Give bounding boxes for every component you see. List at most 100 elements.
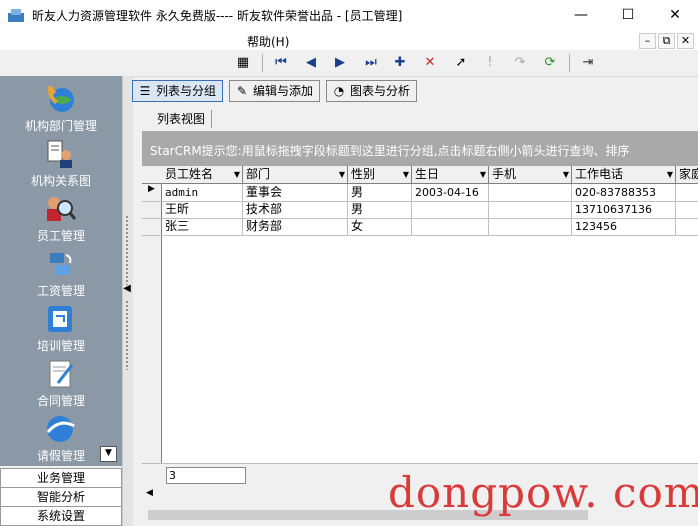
cancel-disabled-icon[interactable]: ↷ [510, 53, 530, 73]
cell-birthday[interactable]: 2003-04-16 [412, 184, 489, 201]
cell-gender[interactable]: 男 [348, 184, 412, 201]
column-header-home[interactable]: 家庭 [676, 166, 698, 183]
first-record-icon[interactable]: ⏮ [271, 53, 291, 73]
cell-work-phone[interactable]: 020-83788353 [572, 184, 676, 201]
sidebar-item-employee[interactable]: 员工管理 [0, 190, 122, 245]
sidebar-item-org-dept[interactable]: 机构部门管理 [0, 80, 122, 135]
exit-icon[interactable]: ⇥ [578, 53, 598, 73]
sidebar-scroll-down-icon[interactable]: ▼ [100, 446, 117, 462]
dropdown-icon[interactable]: ▼ [234, 166, 240, 183]
cell-gender[interactable]: 女 [348, 218, 412, 235]
column-label: 手机 [492, 167, 517, 181]
next-record-icon[interactable]: ▶ [330, 53, 350, 73]
cell-dept[interactable]: 董事会 [243, 184, 348, 201]
employee-search-icon [47, 197, 76, 221]
column-header-dept[interactable]: 部门 ▼ [243, 166, 348, 183]
table-row[interactable]: 张三 财务部 女 123456 [142, 218, 698, 236]
title-bar: 昕友人力资源管理软件 永久免费版---- 昕友软件荣誉出品 - [员工管理] —… [0, 0, 698, 30]
cell-dept[interactable]: 技术部 [243, 201, 348, 218]
sidebar-item-label: 员工管理 [36, 229, 85, 243]
sidebar-item-label: 合同管理 [36, 394, 85, 408]
menu-help[interactable]: 帮助(H) [247, 33, 289, 50]
delete-record-icon[interactable]: ✕ [420, 53, 440, 73]
group-analysis[interactable]: 智能分析 [0, 487, 122, 507]
column-header-mobile[interactable]: 手机 ▼ [489, 166, 572, 183]
globe-phone-icon [47, 86, 74, 112]
mdi-restore-button[interactable]: ⧉ [658, 33, 675, 49]
minimize-button[interactable]: — [558, 0, 604, 30]
tab-label: 编辑与添加 [253, 84, 314, 98]
grid-header: 员工姓名 ▼ 部门 ▼ 性别 ▼ 生日 ▼ 手机 ▼ 工作电话 ▼ 家庭 [142, 166, 698, 184]
sidebar-item-contract[interactable]: 合同管理 [0, 355, 122, 410]
dropdown-icon[interactable]: ▼ [667, 166, 673, 183]
dropdown-icon[interactable]: ▼ [480, 166, 486, 183]
grid-view-icon[interactable]: ▦ [233, 53, 253, 73]
close-button[interactable]: ✕ [652, 0, 698, 30]
edit-cursor-icon[interactable]: ➚ [451, 53, 471, 73]
leave-icon [46, 416, 75, 442]
toolbar: ▦ ⏮ ◀ ▶ ⏭ ✚ ✕ ➚ ! ↷ ⟳ ⇥ [0, 50, 698, 77]
window-title: 昕友人力资源管理软件 永久免费版---- 昕友软件荣誉出品 - [员工管理] [32, 9, 403, 23]
app-logo-icon [8, 9, 24, 22]
cell-birthday[interactable] [412, 218, 489, 235]
cell-home[interactable] [676, 184, 698, 201]
cell-work-phone[interactable]: 13710637136 [572, 201, 676, 218]
training-icon [48, 306, 72, 332]
mdi-controls: – ⧉ ✕ [637, 33, 694, 49]
column-header-work-phone[interactable]: 工作电话 ▼ [572, 166, 676, 183]
sidebar-item-org-chart[interactable]: 机构关系图 [0, 135, 122, 190]
sidebar-item-label: 机构关系图 [30, 174, 91, 188]
subtab-bar: 列表视图 [142, 108, 698, 130]
tab-list-view[interactable]: 列表视图 [151, 110, 213, 128]
tab-list-group[interactable]: ☰ 列表与分组 [132, 80, 224, 102]
add-record-icon[interactable]: ✚ [390, 53, 410, 73]
sidebar-item-label: 培训管理 [36, 339, 85, 353]
prev-record-icon[interactable]: ◀ [301, 53, 321, 73]
group-by-panel[interactable]: StarCRM提示您:用鼠标拖拽字段标题到这里进行分组,点击标题右侧小箭头进行查… [142, 131, 698, 166]
cell-name[interactable]: 王昕 [162, 201, 243, 218]
sidebar-item-training[interactable]: 培训管理 [0, 300, 122, 355]
cell-name[interactable]: 张三 [162, 218, 243, 235]
scroll-left-icon[interactable]: ◀ [146, 488, 153, 498]
contract-icon [49, 360, 74, 388]
column-label: 家庭 [679, 167, 698, 181]
cell-birthday[interactable] [412, 201, 489, 218]
dropdown-icon[interactable]: ▼ [563, 166, 569, 183]
table-row[interactable]: ▶ admin 董事会 男 2003-04-16 020-83788353 [142, 184, 698, 202]
menu-bar: 帮助(H) – ⧉ ✕ [0, 30, 698, 50]
dropdown-icon[interactable]: ▼ [403, 166, 409, 183]
tab-chart-analysis[interactable]: ◔ 图表与分析 [326, 80, 418, 102]
tab-label: 列表与分组 [156, 84, 217, 98]
mdi-close-button[interactable]: ✕ [677, 33, 694, 49]
splitter-grip [125, 215, 129, 285]
group-settings[interactable]: 系统设置 [0, 506, 122, 526]
group-business[interactable]: 业务管理 [0, 468, 122, 488]
tab-label: 图表与分析 [350, 84, 411, 98]
tab-edit-add[interactable]: ✎ 编辑与添加 [229, 80, 321, 102]
cell-mobile[interactable] [489, 184, 572, 201]
cell-name[interactable]: admin [162, 184, 243, 201]
cell-dept[interactable]: 财务部 [243, 218, 348, 235]
mdi-minimize-button[interactable]: – [639, 33, 656, 49]
record-count: 3 [166, 467, 246, 484]
column-header-name[interactable]: 员工姓名 ▼ [162, 166, 243, 183]
column-header-gender[interactable]: 性别 ▼ [348, 166, 412, 183]
last-record-icon[interactable]: ⏭ [361, 53, 381, 73]
table-row[interactable]: 王昕 技术部 男 13710637136 [142, 201, 698, 219]
dropdown-icon[interactable]: ▼ [339, 166, 345, 183]
cell-home[interactable] [676, 201, 698, 218]
cell-mobile[interactable] [489, 218, 572, 235]
cell-gender[interactable]: 男 [348, 201, 412, 218]
edit-icon: ✎ [236, 84, 248, 98]
column-header-birthday[interactable]: 生日 ▼ [412, 166, 489, 183]
refresh-icon[interactable]: ⟳ [540, 53, 560, 73]
maximize-button[interactable]: ☐ [605, 0, 651, 30]
post-disabled-icon[interactable]: ! [480, 53, 500, 73]
sidebar-item-salary[interactable]: 工资管理 [0, 245, 122, 300]
cell-mobile[interactable] [489, 201, 572, 218]
watermark: dongpow. com [388, 468, 698, 517]
cell-home[interactable] [676, 218, 698, 235]
employee-grid: 员工姓名 ▼ 部门 ▼ 性别 ▼ 生日 ▼ 手机 ▼ 工作电话 ▼ 家庭 ▶ admin 董… [142, 166, 698, 463]
collapse-sidebar-icon[interactable]: ◀ [122, 280, 132, 298]
cell-work-phone[interactable]: 123456 [572, 218, 676, 235]
